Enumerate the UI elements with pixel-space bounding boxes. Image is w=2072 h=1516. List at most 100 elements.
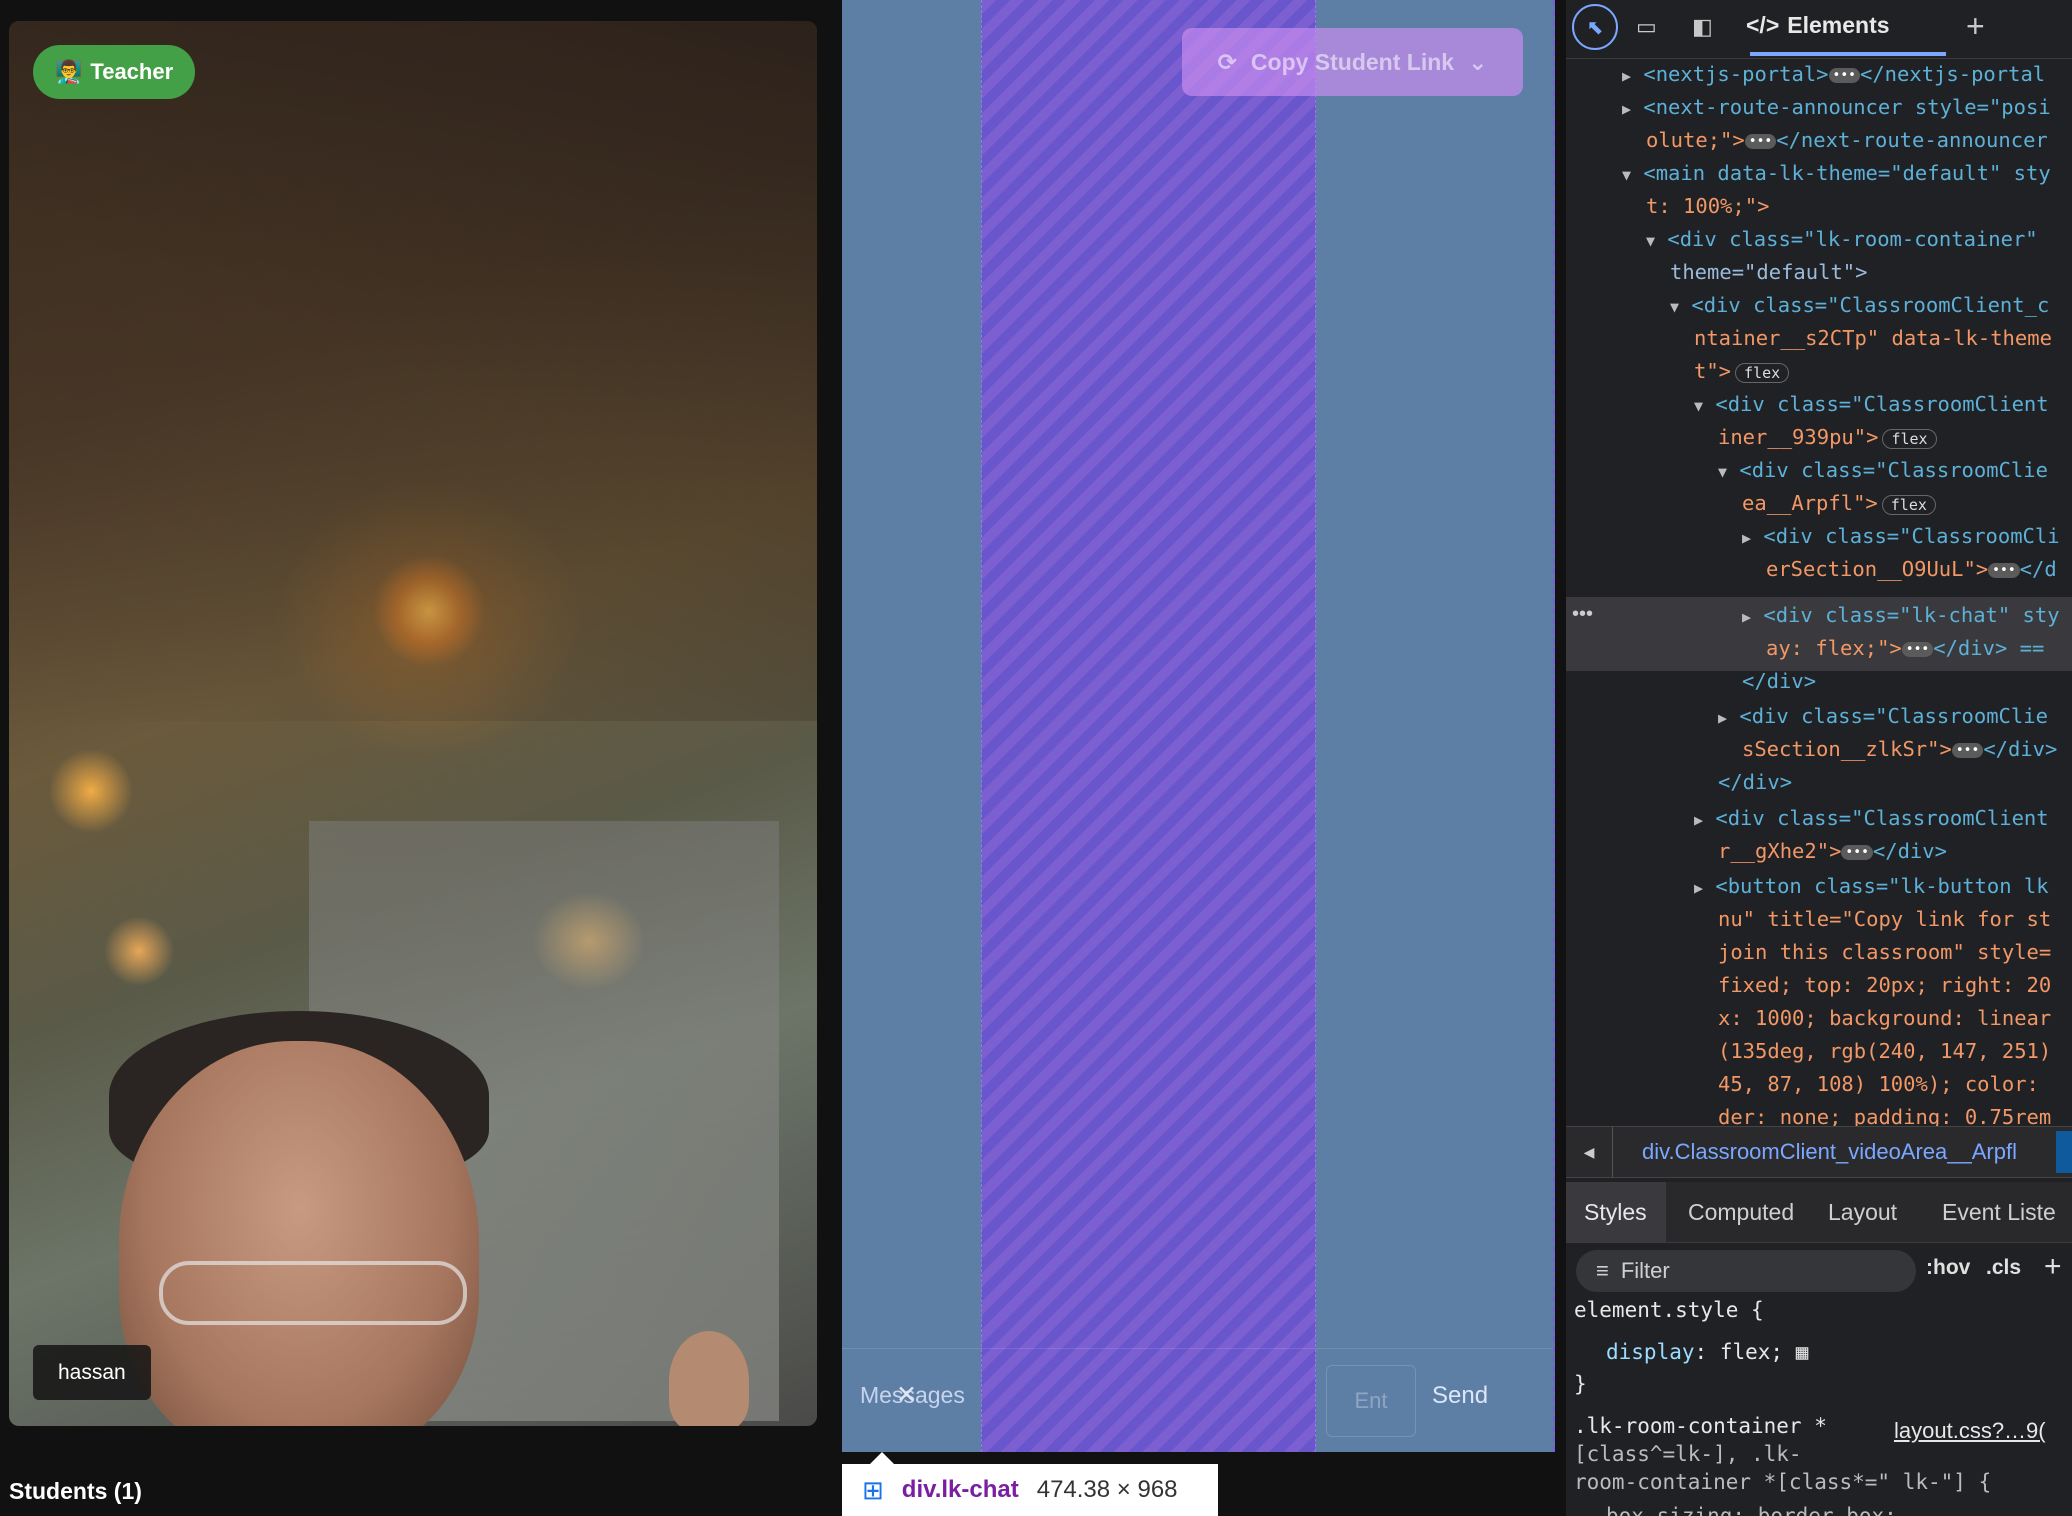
dom-line[interactable]: ay: flex;"> [1766,636,1902,660]
collapsed-ellipsis-icon[interactable]: ••• [1841,844,1873,860]
collapsed-ellipsis-icon[interactable]: ••• [1744,133,1777,149]
dom-line[interactable]: <nextjs-portal> [1643,62,1828,86]
styles-filter-input[interactable]: ≡ Filter [1576,1250,1916,1292]
device-toolbar-icon[interactable]: ▭ [1636,14,1657,40]
chat-inspect-highlight [981,0,1316,1452]
dom-line[interactable]: sSection__zlkSr"> [1742,737,1952,761]
tab-layout[interactable]: Layout [1828,1199,1897,1226]
inspect-tooltip: ⊞ div.lk-chat 474.38 × 968 [842,1464,1218,1516]
flex-badge[interactable]: flex [1881,495,1936,515]
dom-line[interactable]: <div class="ClassroomCli [1763,524,2059,548]
dom-line[interactable]: <div class="lk-chat" sty [1763,603,2059,627]
teacher-badge-label: Teacher [90,59,174,84]
tooltip-caret [870,1452,894,1464]
tab-elements-label: Elements [1787,12,1890,38]
dom-line[interactable]: </div> [1718,770,1792,794]
flex-editor-icon[interactable]: ▦ [1796,1340,1809,1364]
filter-placeholder: Filter [1620,1258,1670,1283]
dom-line[interactable]: </div> [1873,839,1947,863]
dom-line[interactable]: erSection__O9UuL"> [1766,557,1988,581]
video-person-face [119,1041,479,1426]
video-person-glasses [159,1261,467,1325]
dom-line[interactable]: (135deg, rgb(240, 147, 251) [1718,1039,2051,1063]
dom-line[interactable]: join this classroom" style= [1718,940,2051,964]
flex-badge[interactable]: flex [1735,363,1790,383]
dom-line[interactable]: <div class="ClassroomClie [1739,704,2048,728]
tab-computed[interactable]: Computed [1688,1199,1794,1226]
tab-styles[interactable]: Styles [1584,1199,1647,1226]
dom-line[interactable]: <button class="lk-button lk [1715,874,2048,898]
breadcrumb-scroll-left-icon[interactable]: ◀ [1566,1127,1613,1177]
hov-toggle[interactable]: :hov [1926,1256,1970,1280]
dom-line[interactable]: t: 100%;"> [1646,194,1769,218]
collapsed-ellipsis-icon[interactable]: ••• [1951,742,1984,758]
link-icon: ⟳ [1217,48,1237,75]
chat-close-icon[interactable]: ✕ [896,1380,917,1410]
collapsed-ellipsis-icon[interactable]: ••• [1988,562,2020,578]
breadcrumb-item[interactable]: div.ClassroomClient_videoArea__Arpfl [1642,1139,2017,1165]
new-style-rule-icon[interactable]: + [2044,1250,2062,1284]
participant-name: hassan [58,1360,126,1384]
dom-line[interactable]: t"> [1694,359,1731,383]
dom-line[interactable]: ntainer__s2CTp" data-lk-theme [1694,326,2052,350]
active-tab-indicator [1750,52,1946,56]
participant-name-tag: hassan [33,1345,151,1400]
chat-message-input[interactable]: Ent [1326,1365,1416,1437]
inspect-element-icon[interactable]: ⬉ [1572,4,1618,50]
dom-breadcrumb[interactable]: ◀ div.ClassroomClient_videoArea__Arpfl [1566,1126,2072,1178]
dom-line[interactable]: theme="default"> [1670,260,1867,284]
dom-line[interactable]: r__gXhe2"> [1718,839,1841,863]
chat-send-button[interactable]: Send [1432,1382,1488,1410]
chat-footer-divider [842,1348,1553,1349]
dom-line[interactable]: olute;"> [1646,128,1745,152]
collapsed-ellipsis-icon[interactable]: ••• [1828,67,1860,83]
dom-line[interactable]: fixed; top: 20px; right: 20 [1718,973,2051,997]
copy-student-link-label: Copy Student Link [1250,48,1455,75]
tooltip-element-name: div.lk-chat [901,1476,1019,1503]
teacher-badge: 👨‍🏫 Teacher [33,45,196,99]
copy-student-link-button[interactable]: ⟳ Copy Student Link ⌄ [1182,28,1523,96]
css-selector: element.style { [1574,1298,1764,1322]
dom-tree[interactable]: ▶ <nextjs-portal> ••• </nextjs-portal ▶ <n… [1566,62,2072,1129]
css-property[interactable]: display [1606,1340,1695,1364]
video-background-person [669,1331,749,1426]
dock-side-icon[interactable]: ◧ [1692,14,1713,40]
devtools-panel[interactable]: ⬉ ▭ ◧ </> Elements + ••• ▶ <nextjs-porta… [1566,0,2072,1516]
dom-line[interactable]: <div class="ClassroomClient [1715,392,2048,416]
tab-elements[interactable]: </> Elements [1746,12,1890,39]
dom-line[interactable]: ea__Arpfl"> [1742,491,1878,515]
dom-line[interactable]: <div class="ClassroomClie [1739,458,2048,482]
dom-line[interactable]: <div class="ClassroomClient_c [1691,293,2049,317]
tab-event-listeners[interactable]: Event Liste [1942,1199,2056,1226]
collapsed-ellipsis-icon[interactable]: ••• [1901,641,1934,657]
dom-line[interactable]: <div class="lk-room-container" [1667,227,2037,251]
flex-badge[interactable]: flex [1882,429,1937,449]
teacher-video-tile[interactable] [9,21,817,1426]
dom-line[interactable]: iner__939pu"> [1718,425,1878,449]
video-ceiling-shade [9,21,817,721]
css-selector: room-container *[class*=" lk-"] { [1574,1470,1992,1494]
css-source-link[interactable]: layout.css?…9( [1894,1418,2046,1444]
dom-line[interactable]: </nextjs-portal [1860,62,2045,86]
chat-input-placeholder: Ent [1354,1388,1388,1413]
dom-line[interactable]: <next-route-announcer style="posi [1643,95,2050,119]
dom-line[interactable]: </div> [1983,737,2057,761]
dom-line[interactable]: </d [2020,557,2057,581]
tooltip-dimensions: 474.38 × 968 [1036,1476,1178,1503]
css-close-brace: } [1574,1372,1587,1396]
dom-line[interactable]: x: 1000; background: linear [1718,1006,2051,1030]
dom-line[interactable]: <div class="ClassroomClient [1715,806,2048,830]
code-icon: </> [1746,12,1780,38]
css-declaration[interactable]: box-sizing: border-box; [1606,1504,1897,1516]
dom-line[interactable]: </div> == [1933,636,2044,660]
devtools-tabbar: ⬉ ▭ ◧ </> Elements + [1566,0,2072,59]
dom-line[interactable]: <main data-lk-theme="default" sty [1643,161,2050,185]
dom-line[interactable]: 45, 87, 108) 100%); color: [1718,1072,2039,1096]
dom-line[interactable]: </div> [1742,669,1816,693]
css-selector: .lk-room-container * [1574,1414,1827,1438]
dom-line[interactable]: nu" title="Copy link for st [1718,907,2051,931]
add-tab-icon[interactable]: + [1966,8,1985,45]
cls-toggle[interactable]: .cls [1986,1256,2021,1280]
dom-line[interactable]: </next-route-announcer [1776,128,2048,152]
css-value[interactable]: flex; [1720,1340,1783,1364]
